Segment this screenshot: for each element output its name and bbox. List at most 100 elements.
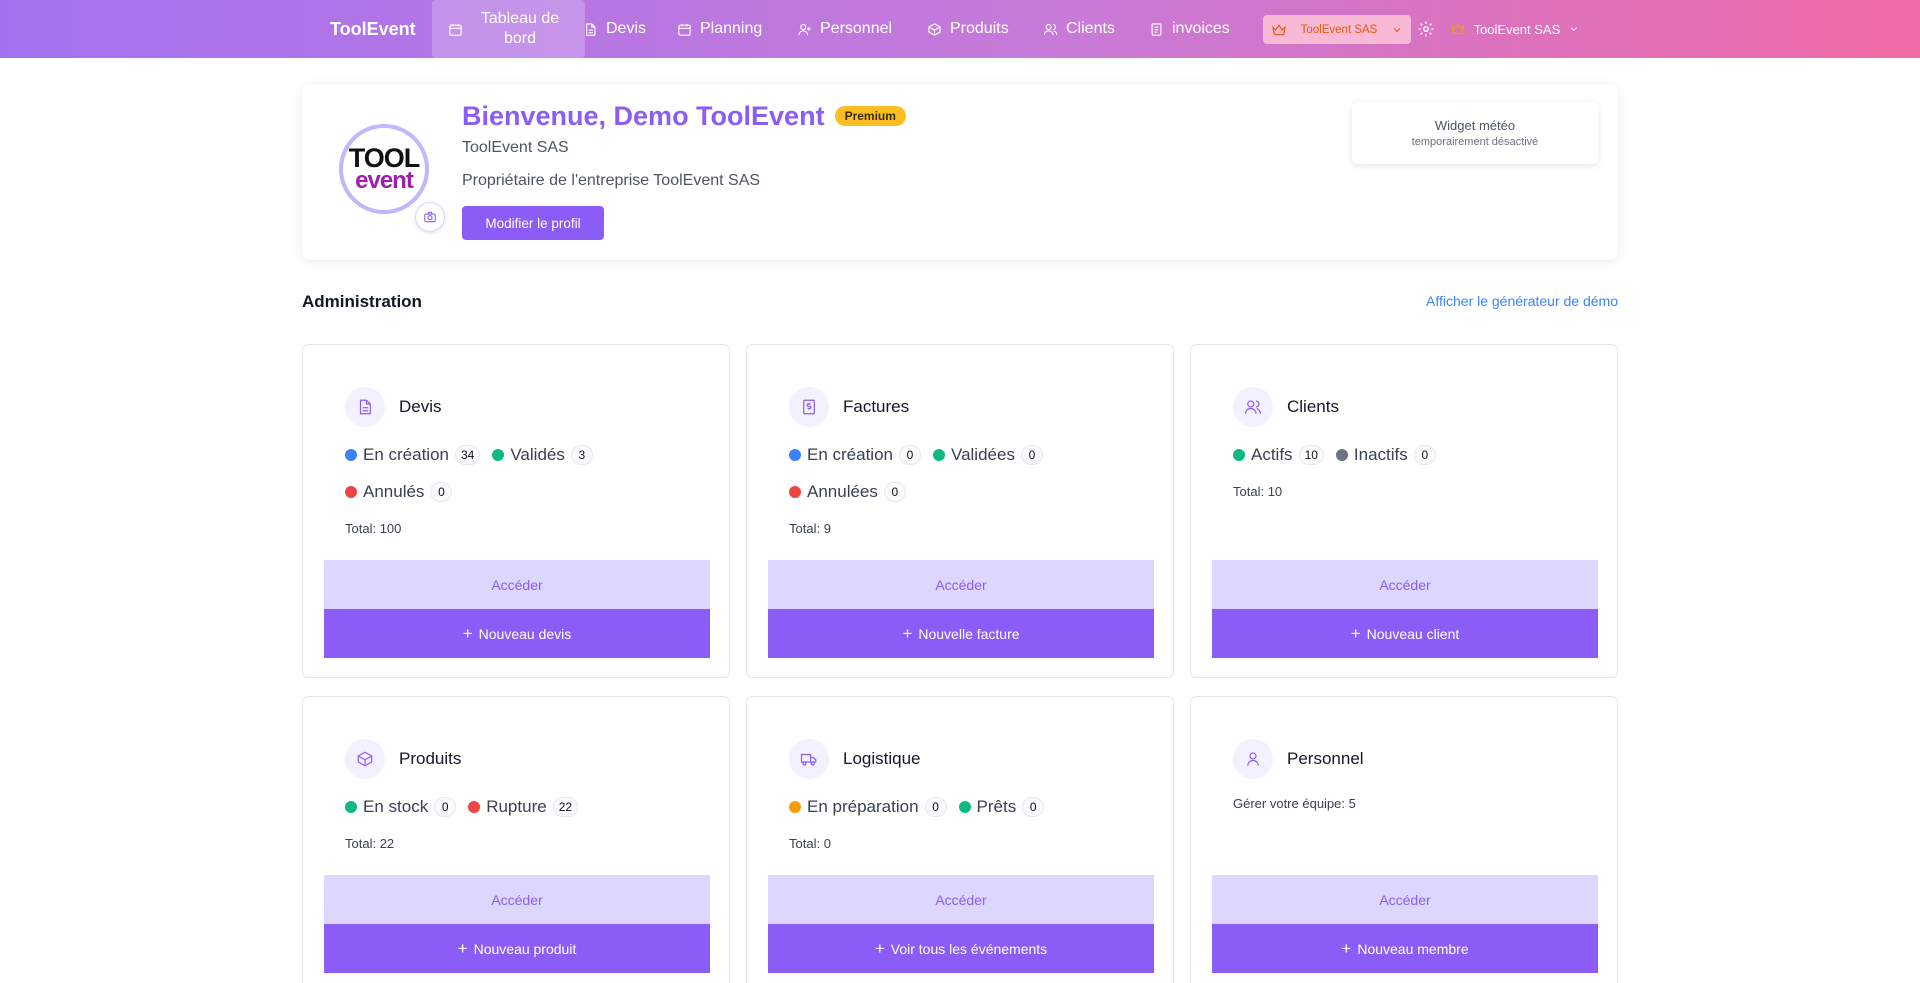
stat-count: 0 <box>430 482 453 502</box>
status-dot <box>789 486 801 498</box>
total-label: Total: <box>789 521 821 536</box>
stat-count: 3 <box>570 445 593 465</box>
new-facture-button[interactable]: + Nouvelle facture <box>768 609 1154 658</box>
stat-count: 34 <box>455 445 481 465</box>
card-title: Factures <box>843 397 910 416</box>
card-title: Produits <box>399 749 462 768</box>
stat-label: Inactifs <box>1353 445 1408 464</box>
document-icon <box>586 22 596 36</box>
team-summary: Gérer votre équipe: 5 <box>1233 796 1356 811</box>
stat-actifs: Actifs 10 <box>1233 445 1324 465</box>
calendar-icon <box>449 23 462 36</box>
nav-produits[interactable]: Produits <box>927 0 1009 58</box>
card-header: Clients <box>1233 387 1339 427</box>
edit-profile-button[interactable]: Modifier le profil <box>462 206 604 240</box>
card-icon-wrap <box>789 739 829 779</box>
weather-title: Widget météo <box>1434 118 1516 133</box>
status-dot <box>345 801 357 813</box>
stat-en-stock: En stock 0 <box>345 797 457 817</box>
box-icon <box>357 751 373 767</box>
stat-row: Annulés 0 <box>345 482 458 502</box>
stat-count: 0 <box>434 797 457 817</box>
chevron-down-icon <box>1570 27 1578 32</box>
user-icon <box>798 23 811 35</box>
demo-generator-link[interactable]: Afficher le générateur de démo <box>1426 293 1618 309</box>
card-title: Clients <box>1287 397 1339 416</box>
new-devis-button[interactable]: + Nouveau devis <box>324 609 710 658</box>
plus-icon: + <box>874 938 885 958</box>
new-client-button[interactable]: + Nouveau client <box>1212 609 1598 658</box>
stat-rupture: Rupture 22 <box>468 797 579 817</box>
nav-label: Clients <box>1066 20 1115 37</box>
stat-row: En création 0 Validées 0 <box>789 445 1049 465</box>
top-navbar: ToolEvent Tableau de bord Devis Planning… <box>0 0 1920 58</box>
stat-label: Validés <box>510 445 565 464</box>
access-button[interactable]: Accéder <box>324 560 710 609</box>
nav-clients[interactable]: Clients <box>1043 0 1115 58</box>
card-personnel: Personnel Gérer votre équipe: 5 Accéder … <box>1190 696 1618 983</box>
user-menu[interactable]: ToolEvent SAS <box>1450 10 1580 48</box>
card-devis: Devis En création 34 Validés 3 Annulés 0… <box>302 344 730 678</box>
stat-row: En création 34 Validés 3 <box>345 445 599 465</box>
total: Total: 10 <box>1233 484 1282 499</box>
status-dot <box>789 801 801 813</box>
receipt-icon <box>1151 22 1162 36</box>
access-button[interactable]: Accéder <box>1212 875 1598 924</box>
access-button[interactable]: Accéder <box>768 875 1154 924</box>
nav-planning[interactable]: Planning <box>677 0 762 58</box>
card-clients: Clients Actifs 10 Inactifs 0 Total: 10 A… <box>1190 344 1618 678</box>
view-events-button[interactable]: + Voir tous les événements <box>768 924 1154 973</box>
button-label: Voir tous les événements <box>890 940 1048 957</box>
total-value: 9 <box>823 521 831 536</box>
stat-count: 0 <box>1020 445 1043 465</box>
crown-icon <box>1272 23 1286 35</box>
change-avatar-button[interactable] <box>415 202 445 232</box>
gear-icon[interactable] <box>1417 20 1435 38</box>
total-label: Total: <box>345 836 377 851</box>
status-dot <box>345 486 357 498</box>
company-name: ToolEvent SAS <box>462 139 569 156</box>
organization-select[interactable]: ToolEvent SAS <box>1263 15 1411 44</box>
card-title: Logistique <box>843 749 921 768</box>
nav-personnel[interactable]: Personnel <box>797 0 892 58</box>
stat-label: En préparation <box>807 797 919 816</box>
stat-count: 10 <box>1298 445 1324 465</box>
total-value: 10 <box>1267 484 1283 499</box>
status-dot <box>789 449 801 461</box>
brand-logo[interactable]: ToolEvent <box>330 0 416 58</box>
access-button[interactable]: Accéder <box>768 560 1154 609</box>
nav-invoices[interactable]: invoices <box>1149 0 1230 58</box>
access-button[interactable]: Accéder <box>324 875 710 924</box>
document-icon <box>359 399 371 415</box>
stat-row: Actifs 10 Inactifs 0 <box>1233 445 1442 465</box>
stat-en-creation: En création 34 <box>345 445 481 465</box>
welcome-heading: Bienvenue, Demo ToolEvent Premium <box>462 98 906 134</box>
nav-devis[interactable]: Devis <box>583 0 646 58</box>
total-label: Total: <box>345 521 377 536</box>
new-member-button[interactable]: + Nouveau membre <box>1212 924 1598 973</box>
stat-count: 0 <box>883 482 906 502</box>
status-dot <box>492 449 505 461</box>
user-role: Propriétaire de l'entreprise ToolEvent S… <box>462 172 761 189</box>
card-header: Logistique <box>789 739 921 779</box>
access-button[interactable]: Accéder <box>1212 560 1598 609</box>
weather-subtitle: temporairement désactivé <box>1411 136 1539 148</box>
users-icon <box>1043 23 1058 35</box>
button-label: Nouvelle facture <box>918 625 1020 642</box>
new-produit-button[interactable]: + Nouveau produit <box>324 924 710 973</box>
premium-badge: Premium <box>834 106 906 126</box>
status-dot <box>345 449 357 461</box>
status-dot <box>468 801 481 813</box>
crown-icon <box>1451 23 1465 35</box>
nav-tableau-de-bord[interactable]: Tableau de bord <box>432 0 585 58</box>
total-value: 22 <box>379 836 395 851</box>
total-label: Total: <box>1233 484 1265 499</box>
card-title: Personnel <box>1287 749 1364 768</box>
user-icon <box>1247 752 1259 766</box>
card-icon-wrap <box>345 739 385 779</box>
stat-label: En stock <box>363 797 429 816</box>
stat-label: En création <box>363 445 449 464</box>
stat-label: Validées <box>951 445 1015 464</box>
users-icon <box>1244 400 1262 414</box>
welcome-text: Bienvenue, Demo ToolEvent <box>462 100 825 131</box>
